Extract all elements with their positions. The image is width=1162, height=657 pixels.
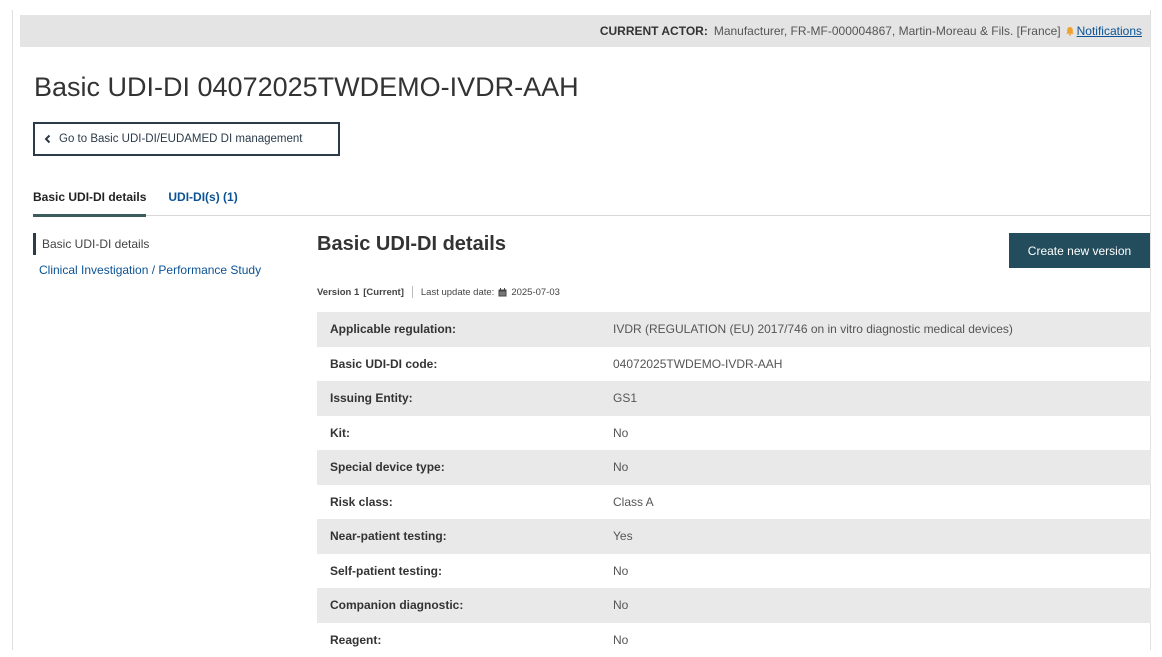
side-nav: Basic UDI-DI details Clinical Investigat… <box>33 233 293 281</box>
detail-label: Risk class: <box>317 495 613 509</box>
detail-value: IVDR (REGULATION (EU) 2017/746 on in vit… <box>613 322 1013 336</box>
detail-value: No <box>613 426 628 440</box>
detail-value: No <box>613 598 628 612</box>
detail-value: Class A <box>613 495 654 509</box>
current-actor-label: CURRENT ACTOR: <box>600 24 708 38</box>
detail-label: Special device type: <box>317 460 613 474</box>
tab-basic-udi-di-details[interactable]: Basic UDI-DI details <box>33 180 146 217</box>
detail-label: Self-patient testing: <box>317 564 613 578</box>
detail-value: No <box>613 633 628 647</box>
page-title: Basic UDI-DI 04072025TWDEMO-IVDR-AAH <box>34 72 579 103</box>
back-to-management-button[interactable]: Go to Basic UDI-DI/EUDAMED DI management <box>33 122 340 156</box>
notifications-link[interactable]: Notifications <box>1077 24 1142 38</box>
current-actor-value: Manufacturer, FR-MF-000004867, Martin-Mo… <box>714 24 1061 38</box>
detail-row-issuing-entity: Issuing Entity: GS1 <box>317 381 1151 416</box>
back-button-label: Go to Basic UDI-DI/EUDAMED DI management <box>59 133 303 145</box>
detail-label: Near-patient testing: <box>317 529 613 543</box>
detail-row-applicable-regulation: Applicable regulation: IVDR (REGULATION … <box>317 312 1151 347</box>
version-number: Version 1 <box>317 287 359 298</box>
calendar-icon <box>498 288 507 297</box>
detail-row-basic-udi-di-code: Basic UDI-DI code: 04072025TWDEMO-IVDR-A… <box>317 347 1151 382</box>
detail-row-near-patient-testing: Near-patient testing: Yes <box>317 519 1151 554</box>
detail-label: Applicable regulation: <box>317 322 613 336</box>
detail-value: Yes <box>613 529 633 543</box>
last-update-value: 2025-07-03 <box>511 287 560 298</box>
last-update-label: Last update date: <box>421 287 494 298</box>
detail-label: Reagent: <box>317 633 613 647</box>
detail-row-reagent: Reagent: No <box>317 623 1151 657</box>
detail-row-self-patient-testing: Self-patient testing: No <box>317 554 1151 589</box>
side-nav-item-clinical-investigation[interactable]: Clinical Investigation / Performance Stu… <box>33 259 293 281</box>
detail-row-kit: Kit: No <box>317 416 1151 451</box>
side-nav-item-basic-udi-di-details[interactable]: Basic UDI-DI details <box>33 233 293 255</box>
detail-label: Kit: <box>317 426 613 440</box>
bell-icon <box>1065 26 1075 36</box>
detail-value: 04072025TWDEMO-IVDR-AAH <box>613 357 782 371</box>
version-status: [Current] <box>363 287 404 298</box>
tab-bar: Basic UDI-DI details UDI-DI(s) (1) <box>33 180 1150 216</box>
version-info: Version 1 [Current] Last update date: 20… <box>317 286 560 298</box>
detail-label: Companion diagnostic: <box>317 598 613 612</box>
detail-label: Basic UDI-DI code: <box>317 357 613 371</box>
create-new-version-button[interactable]: Create new version <box>1009 233 1150 268</box>
chevron-left-icon <box>43 134 53 144</box>
details-table: Applicable regulation: IVDR (REGULATION … <box>317 312 1151 657</box>
detail-label: Issuing Entity: <box>317 391 613 405</box>
current-actor-bar: CURRENT ACTOR: Manufacturer, FR-MF-00000… <box>20 15 1150 47</box>
detail-value: No <box>613 460 628 474</box>
detail-row-companion-diagnostic: Companion diagnostic: No <box>317 588 1151 623</box>
detail-row-risk-class: Risk class: Class A <box>317 485 1151 520</box>
version-divider <box>412 286 413 298</box>
detail-value: No <box>613 564 628 578</box>
section-title: Basic UDI-DI details <box>317 233 506 256</box>
detail-value: GS1 <box>613 391 637 405</box>
detail-row-special-device-type: Special device type: No <box>317 450 1151 485</box>
tab-udi-dis[interactable]: UDI-DI(s) (1) <box>168 180 237 214</box>
